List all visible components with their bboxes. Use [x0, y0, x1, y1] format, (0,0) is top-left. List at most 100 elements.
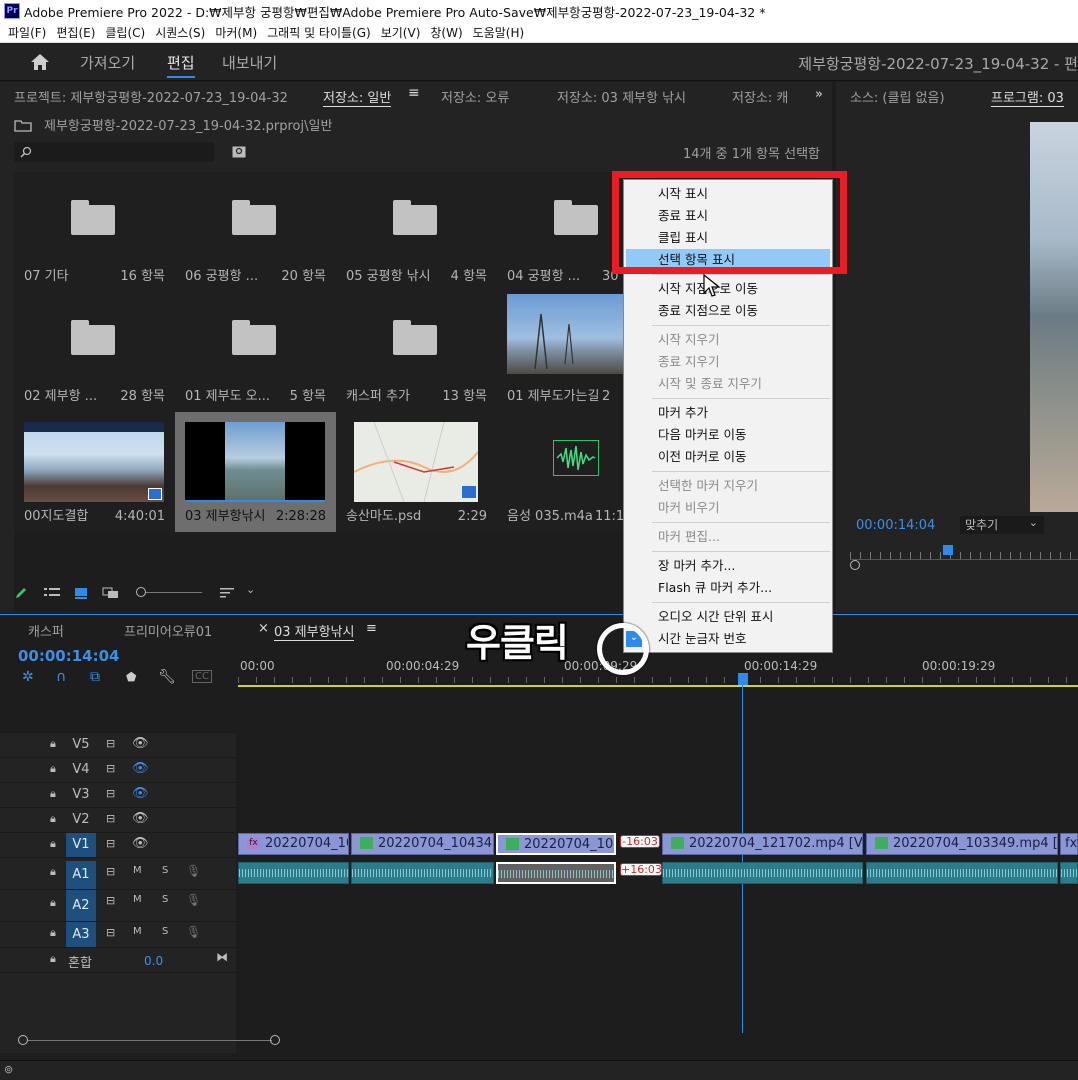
nest-icon[interactable]: ✲	[22, 669, 34, 685]
program-timecode[interactable]: 00:00:14:04	[856, 518, 935, 533]
timeline-scrollbar[interactable]	[18, 1035, 280, 1047]
track-label[interactable]: V3	[66, 783, 96, 807]
project-item-folder[interactable]: 06 궁평항 ... 20 항목	[175, 172, 336, 292]
sync-lock-icon[interactable]: ⊟	[106, 812, 115, 825]
search-input[interactable]	[14, 142, 214, 162]
menu-item-time-ruler-numbers[interactable]: 시간 눈금자 번호	[626, 628, 830, 649]
track-label[interactable]: V5	[66, 733, 96, 757]
go-to-end-icon[interactable]: ⧓	[216, 950, 228, 964]
lock-icon[interactable]: 🔒︎	[50, 787, 56, 801]
menu-clip[interactable]: 클립(C)	[105, 24, 145, 41]
track-label[interactable]: A3	[66, 922, 96, 947]
timeline-clip-video[interactable]: fx 20220704_10	[238, 833, 349, 855]
tab-bin-fishing[interactable]: 저장소: 03 제부항 낚시	[557, 87, 686, 106]
overflow-chevron-icon[interactable]: »	[815, 87, 823, 102]
zoom-slider-handle[interactable]	[136, 587, 146, 597]
sync-lock-icon[interactable]: ⊟	[106, 894, 115, 907]
program-time-ruler[interactable]	[850, 552, 1078, 560]
sync-lock-icon[interactable]: ⊟	[106, 762, 115, 775]
lock-icon[interactable]: 🔒︎	[50, 737, 56, 751]
eye-icon[interactable]: 👁︎	[132, 836, 149, 851]
project-item-folder[interactable]: 05 궁평항 낚시 4 항목	[336, 172, 497, 292]
tab-source[interactable]: 소스: (클립 없음)	[850, 87, 945, 106]
menu-file[interactable]: 파일(F)	[8, 24, 46, 41]
menu-window[interactable]: 창(W)	[430, 24, 462, 41]
timeline-clip-audio-selected[interactable]	[496, 862, 616, 884]
tab-bin-error[interactable]: 저장소: 오류	[441, 87, 509, 106]
timeline-clip-video[interactable]: fx	[1060, 833, 1078, 855]
menu-item-audio-time-units[interactable]: 오디오 시간 단위 표시	[626, 606, 830, 627]
menu-view[interactable]: 보기(V)	[381, 24, 421, 41]
lock-icon[interactable]: 🔒︎	[50, 952, 56, 966]
tab-bin-general[interactable]: 저장소: 일반	[323, 87, 392, 107]
tab-seq-casper[interactable]: 캐스퍼	[28, 621, 64, 640]
menu-item-next-marker[interactable]: 다음 마커로 이동	[626, 424, 830, 445]
tab-program[interactable]: 프로그램: 03	[991, 87, 1064, 107]
program-video-frame[interactable]	[1030, 122, 1078, 512]
program-playhead[interactable]	[943, 545, 953, 555]
timeline-clip-audio[interactable]	[866, 862, 1058, 884]
microphone-icon[interactable]: 🎙︎	[186, 893, 201, 907]
track-label[interactable]: V4	[66, 758, 96, 782]
snap-magnet-icon[interactable]: ∩	[56, 669, 66, 685]
menu-marker[interactable]: 마커(M)	[215, 24, 257, 41]
folder-up-icon[interactable]	[14, 118, 32, 132]
menu-item-clear-markers[interactable]: 마커 비우기	[626, 497, 830, 518]
mute-button[interactable]: M	[133, 865, 142, 876]
close-tab-icon[interactable]: ×	[258, 621, 269, 636]
menu-help[interactable]: 도움말(H)	[473, 24, 525, 41]
project-item-folder[interactable]: 07 기타 16 항목	[14, 172, 175, 292]
timeline-clip-audio[interactable]	[662, 862, 863, 884]
scrollbar-handle-right[interactable]	[270, 1035, 280, 1045]
solo-button[interactable]: S	[162, 894, 168, 905]
captions-icon[interactable]: CC	[192, 670, 212, 683]
lock-icon[interactable]: 🔒︎	[50, 837, 56, 851]
pencil-icon[interactable]	[14, 586, 28, 600]
tab-seq-error[interactable]: 프리미어오류01	[124, 621, 212, 640]
linked-selection-icon[interactable]: ⧉	[90, 669, 100, 685]
menu-item-clear-in-out[interactable]: 시작 및 종료 지우기	[626, 373, 830, 394]
zoom-select[interactable]: 맞추기 ⌄	[960, 516, 1044, 534]
panel-menu-icon[interactable]: ≡	[408, 85, 420, 101]
sort-icon[interactable]	[220, 586, 234, 600]
scrollbar-handle-left[interactable]	[18, 1035, 28, 1045]
lock-icon[interactable]: 🔒︎	[50, 926, 56, 940]
solo-button[interactable]: S	[162, 865, 168, 876]
lock-icon[interactable]: 🔒︎	[50, 896, 56, 910]
menu-graphics[interactable]: 그래픽 및 타이틀(G)	[267, 24, 371, 41]
timeline-ruler[interactable]: 00:00 00:00:04:29 00:00:09:29 00:00:14:2…	[238, 655, 1078, 687]
timeline-clip-video-selected[interactable]: 20220704_104	[496, 833, 616, 855]
panel-menu-icon[interactable]: ≡	[366, 621, 377, 636]
lock-icon[interactable]: 🔒︎	[50, 865, 56, 879]
eye-icon[interactable]: 👁︎	[132, 811, 149, 826]
timeline-clip-video[interactable]: 20220704_121702.mp4 [V] [-10	[662, 833, 863, 855]
track-label[interactable]: A1	[66, 861, 96, 889]
timeline-clip-audio[interactable]	[1060, 862, 1078, 884]
project-item-sequence[interactable]: 00지도결합 4:40:01	[14, 412, 175, 532]
timeline-playhead-handle[interactable]	[738, 673, 748, 685]
timeline-clip-video[interactable]: 20220704_104342.	[351, 833, 494, 855]
menu-edit[interactable]: 편집(E)	[56, 24, 95, 41]
sort-chevron-down-icon[interactable]: ⌄	[246, 583, 255, 596]
menu-item-add-chapter-marker[interactable]: 장 마커 추가...	[626, 555, 830, 576]
menu-item-add-marker[interactable]: 마커 추가	[626, 402, 830, 423]
list-view-icon[interactable]	[44, 586, 60, 600]
timeline-clip-audio[interactable]	[238, 862, 349, 884]
eye-icon[interactable]: 👁︎	[132, 736, 149, 751]
project-item-folder[interactable]: 02 제부항 ... 28 항목	[14, 292, 175, 412]
home-icon[interactable]	[30, 53, 50, 71]
sync-lock-icon[interactable]: ⊟	[106, 837, 115, 850]
microphone-icon[interactable]: 🎙︎	[186, 925, 201, 939]
mute-button[interactable]: M	[133, 894, 142, 905]
wrench-icon[interactable]: 🔧︎	[158, 669, 176, 685]
tab-import[interactable]: 가져오기	[80, 52, 135, 73]
timeline-timecode[interactable]: 00:00:14:04	[18, 647, 120, 665]
menu-item-edit-marker[interactable]: 마커 편집...	[626, 526, 830, 547]
icon-view-icon[interactable]	[74, 586, 88, 600]
track-label[interactable]: V2	[66, 808, 96, 832]
menu-sequence[interactable]: 시퀀스(S)	[155, 24, 205, 41]
track-label[interactable]: V1	[66, 833, 96, 857]
project-item-folder[interactable]: 01 제부도 오... 5 항목	[175, 292, 336, 412]
mute-button[interactable]: M	[133, 926, 142, 937]
project-item-folder[interactable]: 캐스퍼 추가 13 항목	[336, 292, 497, 412]
